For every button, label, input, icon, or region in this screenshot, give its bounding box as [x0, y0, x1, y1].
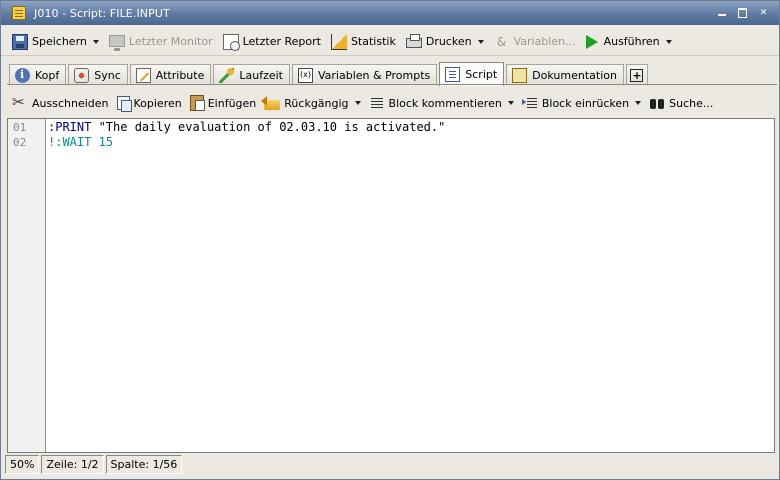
tab-label: Dokumentation — [532, 68, 617, 82]
print-button[interactable]: Drucken — [403, 31, 487, 53]
tab-attribute[interactable]: Attribute — [129, 64, 212, 85]
variables-label: Variablen... — [513, 35, 576, 48]
save-icon — [12, 33, 28, 50]
statistics-label: Statistik — [350, 35, 396, 48]
chevron-down-icon[interactable] — [354, 101, 361, 105]
documentation-icon — [512, 67, 528, 83]
binoculars-icon — [649, 95, 665, 111]
tab-label: Laufzeit — [239, 68, 283, 82]
tab-divider — [7, 84, 777, 85]
paste-label: Einfügen — [207, 96, 257, 110]
code-keyword: :PRINT — [48, 120, 99, 134]
status-bar: 50% Zeile: 1/2 Spalte: 1/56 — [5, 455, 184, 474]
tab-label: Variablen & Prompts — [317, 68, 431, 82]
tab-sync[interactable]: Sync — [68, 64, 128, 85]
undo-label: Rückgängig — [284, 96, 349, 110]
run-button[interactable]: Ausführen — [583, 31, 675, 53]
code-line[interactable]: :PRINT "The daily evaluation of 02.03.10… — [48, 120, 774, 135]
indent-block-icon — [521, 95, 538, 111]
comment-block-button[interactable]: Block kommentieren — [366, 92, 517, 114]
code-keyword: !:WAIT 15 — [48, 135, 114, 149]
line-number: 01 — [13, 121, 27, 134]
script-editor-window: J010 - Script: FILE.INPUT ✕ Speichern Le… — [0, 0, 780, 480]
copy-icon — [116, 96, 132, 112]
copy-label: Kopieren — [133, 96, 182, 110]
tab-label: Script — [465, 68, 498, 81]
window-title: J010 - Script: FILE.INPUT — [34, 6, 170, 20]
code-string: "The daily evaluation of 02.03.10 is act… — [98, 120, 446, 134]
last-report-label: Letzter Report — [242, 35, 321, 48]
add-tab-icon: + — [630, 68, 644, 82]
tab-label: Attribute — [155, 68, 205, 82]
save-button[interactable]: Speichern — [9, 31, 102, 53]
line-indicator: Zeile: 1/2 — [41, 455, 104, 474]
cut-label: Ausschneiden — [32, 96, 109, 110]
statistics-button[interactable]: Statistik — [328, 31, 399, 53]
last-report-button[interactable]: Letzter Report — [220, 31, 324, 53]
cut-button[interactable]: Ausschneiden — [9, 92, 112, 114]
search-label: Suche... — [669, 96, 714, 110]
paste-button[interactable]: Einfügen — [187, 92, 260, 114]
window-controls: ✕ — [716, 6, 769, 17]
minimize-icon[interactable] — [716, 6, 727, 17]
chevron-down-icon[interactable] — [665, 39, 672, 44]
line-number: 02 — [13, 136, 27, 149]
tab-kopf[interactable]: Kopf — [9, 64, 67, 85]
zoom-level: 50% — [5, 455, 40, 474]
code-line[interactable]: !:WAIT 15 — [48, 135, 774, 150]
code-area[interactable]: :PRINT "The daily evaluation of 02.03.10… — [46, 119, 774, 452]
undo-button[interactable]: Rückgängig — [261, 92, 363, 114]
column-indicator: Spalte: 1/56 — [105, 455, 183, 474]
search-button[interactable]: Suche... — [646, 92, 716, 114]
script-document-icon — [12, 6, 26, 20]
add-tab-button[interactable]: + — [625, 64, 648, 85]
comment-block-icon — [369, 95, 385, 111]
tab-variables-prompts[interactable]: Variablen & Prompts — [291, 64, 438, 85]
variables-icon: & — [496, 34, 507, 49]
tab-script[interactable]: Script — [439, 62, 505, 86]
variables-prompts-icon — [297, 67, 313, 83]
run-label: Ausführen — [603, 35, 660, 48]
run-icon — [585, 34, 598, 49]
script-editor[interactable]: 01 02 :PRINT "The daily evaluation of 02… — [7, 118, 775, 453]
statistics-icon — [330, 33, 347, 50]
chevron-down-icon[interactable] — [507, 101, 514, 105]
info-icon — [15, 67, 30, 83]
attribute-icon — [135, 67, 151, 83]
title-bar[interactable]: J010 - Script: FILE.INPUT ✕ — [1, 1, 779, 25]
maximize-icon[interactable] — [737, 6, 748, 17]
report-icon — [222, 33, 240, 51]
chevron-down-icon[interactable] — [635, 101, 642, 105]
undo-icon — [261, 96, 281, 110]
tab-label: Kopf — [35, 68, 60, 82]
print-label: Drucken — [425, 35, 472, 48]
paste-icon — [189, 95, 205, 111]
script-icon — [445, 67, 461, 82]
monitor-icon — [108, 34, 125, 51]
copy-button[interactable]: Kopieren — [114, 92, 185, 114]
variables-button[interactable]: & Variablen... — [491, 31, 579, 53]
save-label: Speichern — [32, 35, 87, 48]
last-monitor-label: Letzter Monitor — [128, 35, 213, 48]
print-icon — [405, 34, 422, 48]
sync-icon — [74, 67, 90, 83]
close-icon[interactable]: ✕ — [758, 6, 769, 17]
main-toolbar: Speichern Letzter Monitor Letzter Report… — [1, 28, 779, 56]
line-number-gutter: 01 02 — [8, 119, 46, 452]
chevron-down-icon[interactable] — [92, 39, 99, 44]
indent-block-label: Block einrücken — [541, 96, 630, 110]
last-monitor-button[interactable]: Letzter Monitor — [106, 31, 216, 53]
tab-label: Sync — [94, 68, 121, 82]
tab-dokumentation[interactable]: Dokumentation — [506, 64, 624, 85]
tab-bar: Kopf Sync Attribute Laufzeit Variablen &… — [9, 61, 650, 86]
chevron-down-icon[interactable] — [477, 39, 484, 44]
runtime-icon — [219, 67, 235, 83]
tab-laufzeit[interactable]: Laufzeit — [213, 64, 290, 85]
edit-toolbar: Ausschneiden Kopieren Einfügen Rückgängi… — [9, 91, 718, 115]
cut-icon — [12, 93, 28, 111]
indent-block-button[interactable]: Block einrücken — [519, 92, 644, 114]
comment-block-label: Block kommentieren — [388, 96, 502, 110]
